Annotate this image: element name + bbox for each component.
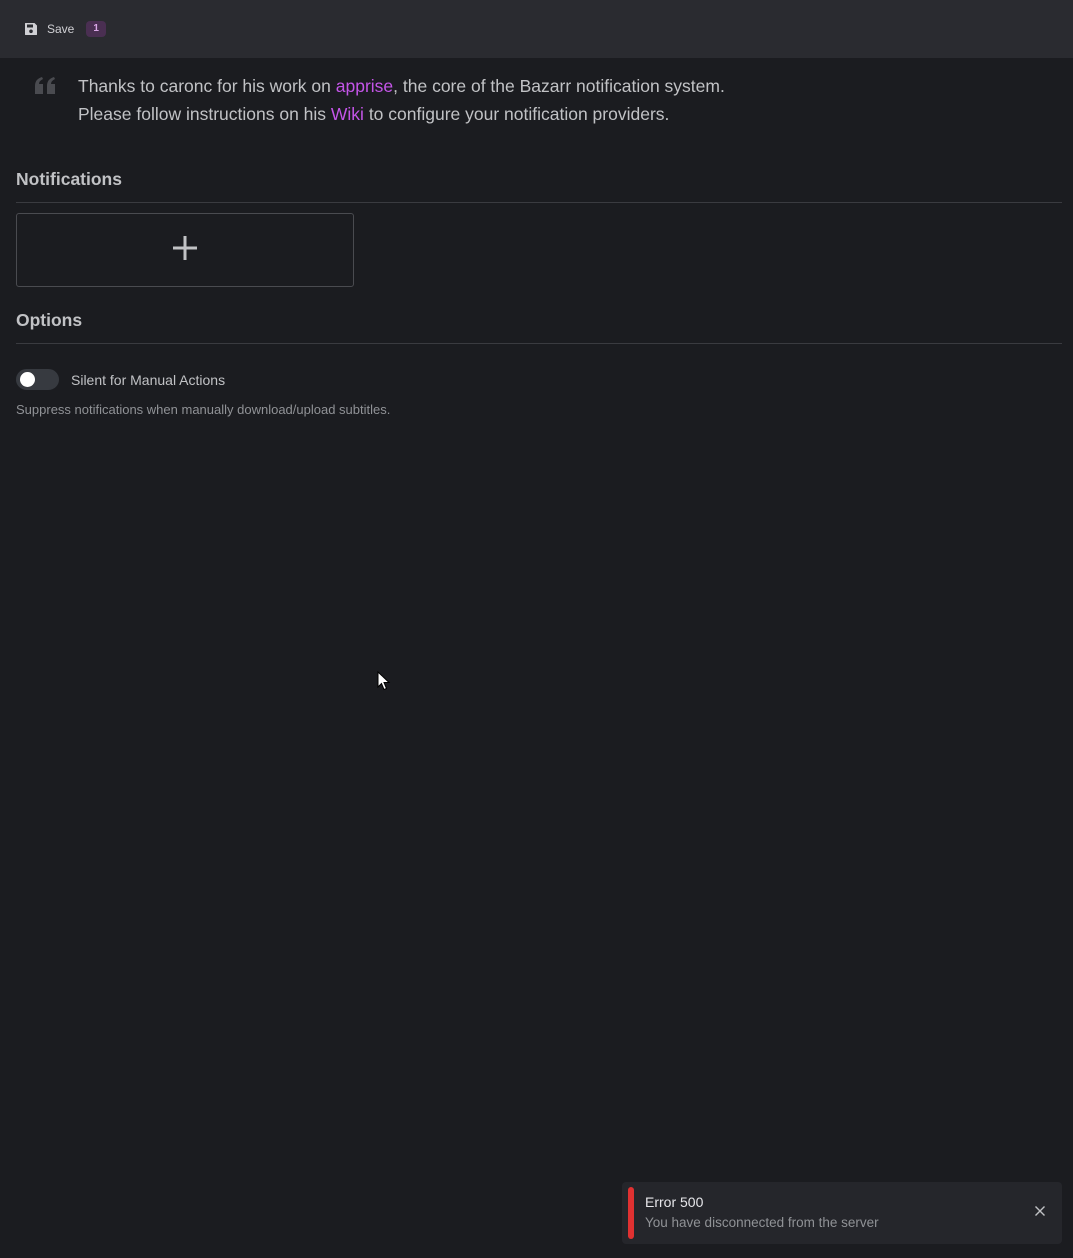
toast-title: Error 500 bbox=[645, 1194, 704, 1210]
quote-line-1-start: Thanks to caronc for his work on bbox=[78, 76, 336, 96]
toast-accent-bar bbox=[628, 1187, 634, 1239]
close-icon bbox=[1034, 1204, 1046, 1222]
quote-line-1: Thanks to caronc for his work on apprise… bbox=[78, 72, 725, 100]
quote-icon bbox=[34, 76, 58, 98]
toggle-knob bbox=[20, 372, 35, 387]
quote-text: Thanks to caronc for his work on apprise… bbox=[78, 72, 725, 128]
wiki-link[interactable]: Wiki bbox=[331, 104, 364, 124]
add-notification-button[interactable] bbox=[16, 213, 354, 287]
silent-manual-actions-toggle[interactable] bbox=[16, 369, 59, 390]
save-count-badge: 1 bbox=[86, 21, 106, 37]
floppy-disk-icon bbox=[24, 22, 38, 36]
options-section-title: Options bbox=[16, 310, 83, 330]
save-button[interactable]: Save 1 bbox=[24, 14, 106, 44]
plus-icon bbox=[171, 234, 199, 267]
toolbar: Save 1 bbox=[0, 0, 1073, 58]
toast-body: Error 500 You have disconnected from the… bbox=[645, 1193, 1026, 1233]
save-button-label: Save bbox=[47, 22, 75, 36]
quote-line-1-end: , the core of the Bazarr notification sy… bbox=[393, 76, 725, 96]
mouse-cursor-icon bbox=[377, 670, 391, 696]
silent-manual-actions-label: Silent for Manual Actions bbox=[71, 371, 226, 388]
toast-message: You have disconnected from the server bbox=[645, 1215, 879, 1230]
quote-line-2-start: Please follow instructions on his bbox=[78, 104, 331, 124]
silent-manual-actions-row: Silent for Manual Actions bbox=[16, 369, 225, 390]
toast-close-button[interactable] bbox=[1026, 1199, 1054, 1227]
apprise-credit-quote: Thanks to caronc for his work on apprise… bbox=[34, 72, 1034, 128]
quote-line-2-end: to configure your notification providers… bbox=[363, 104, 670, 124]
error-toast: Error 500 You have disconnected from the… bbox=[622, 1182, 1062, 1244]
notifications-section-title: Notifications bbox=[16, 169, 122, 189]
apprise-link[interactable]: apprise bbox=[336, 76, 393, 96]
silent-manual-actions-description: Suppress notifications when manually dow… bbox=[16, 402, 391, 417]
quote-line-2: Please follow instructions on his Wiki t… bbox=[78, 100, 725, 128]
options-divider bbox=[16, 343, 1062, 344]
notifications-divider bbox=[16, 202, 1062, 203]
